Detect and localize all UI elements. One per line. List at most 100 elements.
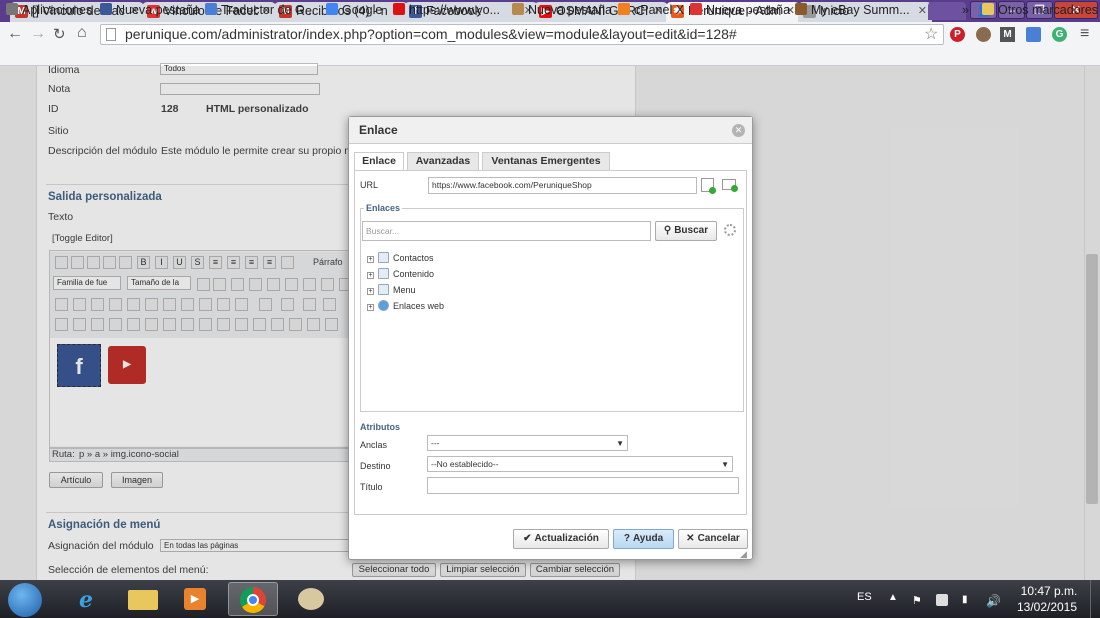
media-player-icon: ▶ xyxy=(184,588,206,610)
expand-icon[interactable]: + xyxy=(367,256,374,263)
resize-grip-icon[interactable]: ◢ xyxy=(740,549,747,560)
target-value: --No establecido-- xyxy=(431,459,499,469)
volume-icon[interactable]: 🔊 xyxy=(986,594,1001,608)
dropdown-arrow-icon: ▼ xyxy=(721,460,729,469)
target-select[interactable]: --No establecido-- ▼ xyxy=(427,456,733,472)
anchors-label: Anclas xyxy=(360,440,388,450)
tab-ventanas-emergentes[interactable]: Ventanas Emergentes xyxy=(482,152,610,170)
tab-enlace[interactable]: Enlace xyxy=(354,152,404,171)
language-indicator[interactable]: ES xyxy=(857,591,872,603)
pinterest-icon[interactable]: P xyxy=(950,27,965,42)
taskbar-paint[interactable] xyxy=(286,582,336,616)
bookmark-label: My eBay Summ... xyxy=(811,3,910,17)
show-desktop-button[interactable] xyxy=(1090,580,1100,618)
bookmark-label: Google xyxy=(342,3,383,17)
tree-item[interactable]: + Contactos xyxy=(367,252,434,263)
browse-file-icon[interactable] xyxy=(701,178,716,194)
taskbar-chrome[interactable] xyxy=(228,582,278,616)
taskbar-ie[interactable]: e xyxy=(66,582,116,616)
gear-icon[interactable] xyxy=(724,224,736,236)
bookmark-label: Nueva pestaña xyxy=(528,3,613,17)
bookmark-label: Traductor de G... xyxy=(221,3,316,17)
bookmark-label: Aplicaciones xyxy=(22,3,93,17)
title-input[interactable] xyxy=(427,477,739,494)
target-label: Destino xyxy=(360,461,391,471)
clock-time[interactable]: 10:47 p.m. xyxy=(1018,584,1080,598)
bookmark-1[interactable]: Nueva pestaña xyxy=(100,2,200,18)
search-button[interactable]: ⚲ Buscar xyxy=(655,221,717,241)
bookmark-4[interactable]: https://www.yo... xyxy=(393,2,500,18)
bookmark-5[interactable]: Nueva pestaña xyxy=(512,2,612,18)
tab-avanzadas[interactable]: Avanzadas xyxy=(407,152,479,170)
email-link-icon[interactable] xyxy=(722,179,738,192)
check-icon: ✔ xyxy=(523,533,532,544)
show-hidden-icons[interactable]: ▲ xyxy=(888,592,898,603)
extension-avatar-icon[interactable] xyxy=(976,27,991,42)
expand-icon[interactable]: + xyxy=(367,304,374,311)
bookmark-8[interactable]: My eBay Summ... xyxy=(795,2,910,18)
url-label: URL xyxy=(360,180,379,190)
cancel-button-label: Cancelar xyxy=(697,533,740,544)
bookmark-0[interactable]: Aplicaciones xyxy=(6,2,92,18)
folder-icon xyxy=(982,3,994,15)
home-icon[interactable]: ⌂ xyxy=(77,24,87,42)
close-icon: ✕ xyxy=(686,533,695,544)
network-signal-icon[interactable]: ▮ xyxy=(962,594,974,606)
bookmark-2[interactable]: Traductor de G... xyxy=(205,2,315,18)
tree-item[interactable]: + Contenido xyxy=(367,268,434,279)
links-search-input[interactable]: Buscar... xyxy=(362,221,651,241)
address-bar[interactable]: perunique.com/administrator/index.php?op… xyxy=(100,24,944,45)
other-bookmarks[interactable]: Otros marcadores xyxy=(982,2,1098,18)
anchors-select[interactable]: --- ▼ xyxy=(427,435,628,451)
update-button[interactable]: ✔ Actualización xyxy=(513,529,609,549)
back-arrow-icon[interactable]: ← xyxy=(7,25,23,43)
bookmark-label: Nueva pestaña xyxy=(116,3,201,17)
expand-icon[interactable]: + xyxy=(367,288,374,295)
taskbar-media-player[interactable]: ▶ xyxy=(170,582,220,616)
menu-icon[interactable]: ≡ xyxy=(1080,25,1089,43)
folder-icon xyxy=(378,252,389,263)
other-bookmarks-label: Otros marcadores xyxy=(998,3,1099,17)
paint-icon xyxy=(298,588,324,610)
tree-item[interactable]: + Enlaces web xyxy=(367,300,444,311)
clock-date[interactable]: 13/02/2015 xyxy=(1014,600,1080,614)
tree-item[interactable]: + Menu xyxy=(367,284,416,295)
power-icon[interactable] xyxy=(936,594,948,606)
start-button[interactable] xyxy=(8,583,42,617)
expand-icon[interactable]: + xyxy=(367,272,374,279)
bookmark-3[interactable]: Google xyxy=(326,2,382,18)
flag-icon[interactable]: ⚑ xyxy=(912,594,924,607)
bookmark-6[interactable]: cPanel X xyxy=(618,2,684,18)
bookmark-7[interactable]: Nueva pestaña xyxy=(690,2,790,18)
facebook-icon xyxy=(100,3,112,15)
reload-icon[interactable]: ↻ xyxy=(53,25,66,43)
grammarly-icon[interactable]: G xyxy=(1052,27,1067,42)
folder-icon xyxy=(378,284,389,295)
bookmarks-more-chevron[interactable]: » xyxy=(962,2,969,18)
tab-close-icon[interactable]: ✕ xyxy=(918,2,927,21)
dialog-title: Enlace xyxy=(349,117,752,144)
translate-icon xyxy=(205,3,217,15)
taskbar-explorer[interactable] xyxy=(118,582,168,616)
cancel-button[interactable]: ✕ Cancelar xyxy=(678,529,748,549)
url-input[interactable]: https://www.facebook.com/PeruniqueShop xyxy=(428,177,697,194)
folder-icon xyxy=(378,268,389,279)
close-icon[interactable]: ✕ xyxy=(732,124,745,137)
chrome-icon xyxy=(240,587,266,613)
google-icon xyxy=(326,3,338,15)
gmail-extension-icon[interactable]: M xyxy=(1000,27,1015,42)
globe-icon xyxy=(378,300,389,311)
new-tab-button[interactable] xyxy=(928,2,966,20)
bookmark-star-icon[interactable]: ☆ xyxy=(924,24,938,44)
tree-item-label: Enlaces web xyxy=(393,301,445,311)
page-icon xyxy=(106,28,116,41)
forward-arrow-icon[interactable]: → xyxy=(30,25,46,43)
internet-explorer-icon: e xyxy=(79,587,93,613)
calendar-extension-icon[interactable] xyxy=(1026,27,1041,42)
help-button[interactable]: ? Ayuda xyxy=(613,529,674,549)
search-icon: ⚲ xyxy=(663,225,672,236)
bookmark-label: cPanel X xyxy=(634,3,685,17)
search-button-label: Buscar xyxy=(674,225,709,236)
dropdown-arrow-icon: ▼ xyxy=(616,439,624,448)
bookmark-label: https://www.yo... xyxy=(409,3,501,17)
